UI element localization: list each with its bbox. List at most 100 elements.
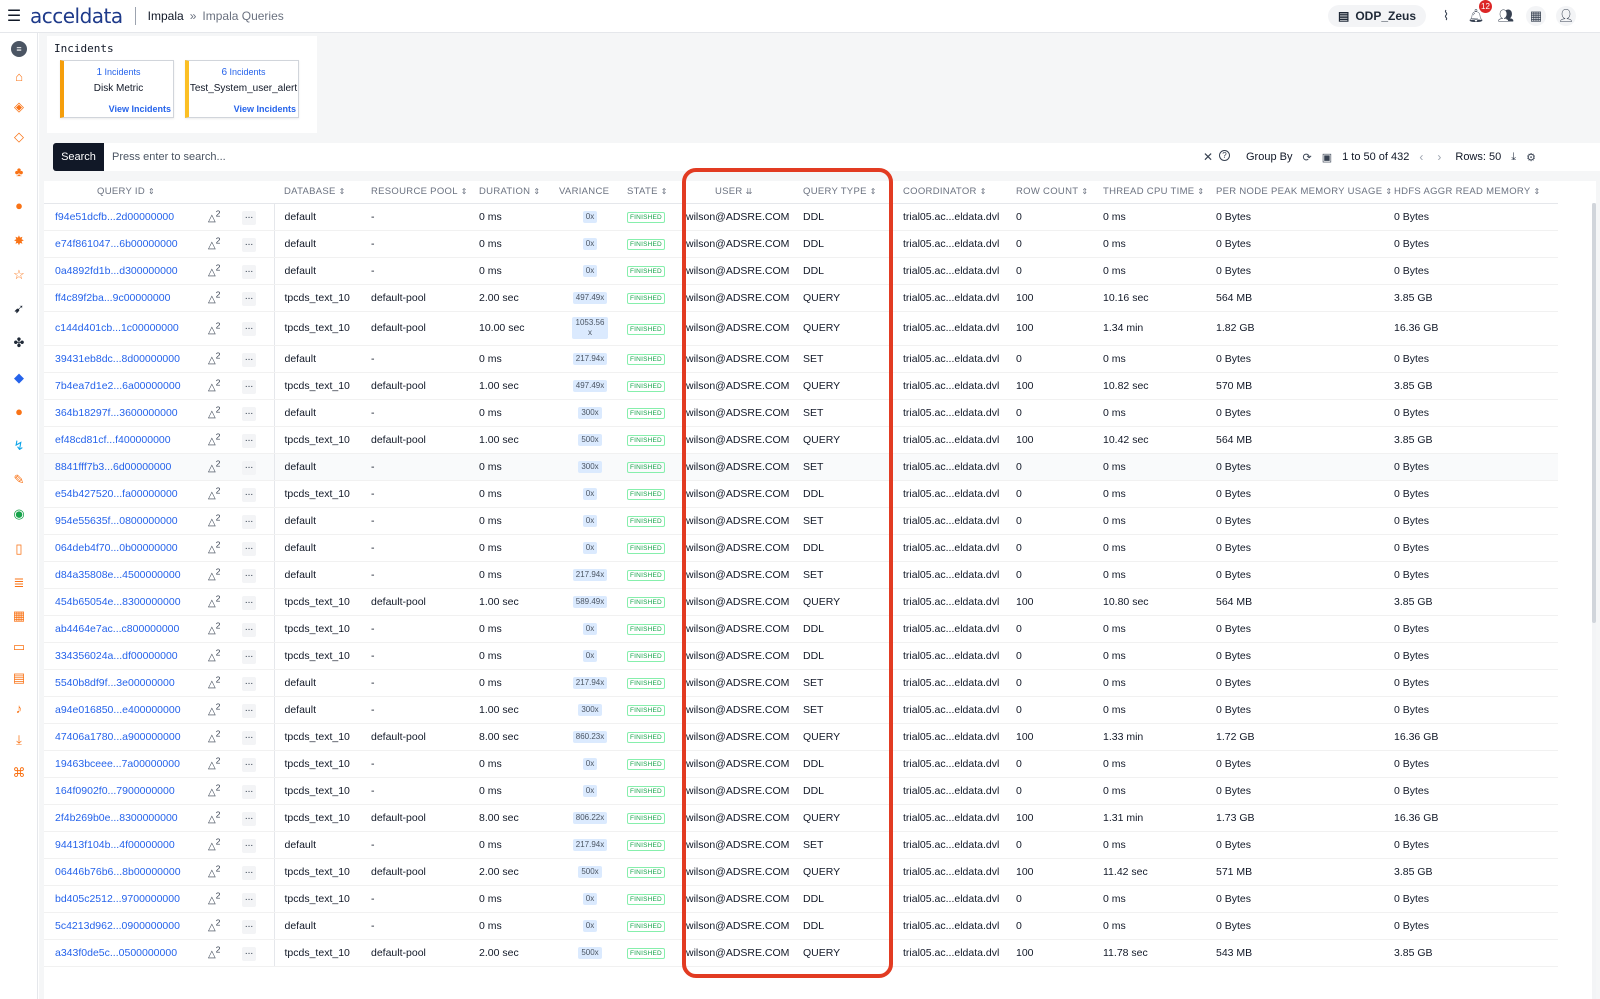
row-actions[interactable]: ... (236, 642, 275, 670)
document-icon[interactable]: ▯ (11, 541, 27, 557)
users-icon[interactable]: 👥︎ (1496, 6, 1516, 26)
table-row[interactable]: 454b65054e...8300000000 △2... tpcds_text_1… (44, 588, 1558, 616)
alert-cell[interactable]: △2 (202, 345, 236, 373)
table-row[interactable]: 8841fff7b3...6d00000000 △2... default -0 ms… (44, 453, 1558, 481)
search-button[interactable]: Search (53, 143, 104, 171)
next-page-icon[interactable]: › (1437, 150, 1441, 164)
hive-icon[interactable]: ✸ (11, 233, 27, 249)
more-actions-button[interactable]: ... (242, 568, 256, 583)
query-id-link[interactable]: 06446b76b6...8b00000000 (44, 858, 202, 886)
alert-cell[interactable]: △2 (202, 230, 236, 258)
query-id-link[interactable]: a94e016850...e400000000 (44, 696, 202, 724)
row-actions[interactable]: ... (236, 257, 275, 285)
alert-cell[interactable]: △2 (202, 588, 236, 616)
col-database[interactable]: DATABASE ⇕ (274, 181, 365, 204)
row-actions[interactable]: ... (236, 203, 275, 231)
col-row-count[interactable]: ROW COUNT ⇕ (1010, 181, 1097, 204)
alert-cell[interactable]: △2 (202, 831, 236, 859)
alert-cell[interactable]: △2 (202, 534, 236, 562)
query-id-link[interactable]: 164f0902f0...7900000000 (44, 777, 202, 805)
more-actions-button[interactable]: ... (242, 541, 256, 556)
bell-icon[interactable]: 🔔︎ 12 (1466, 0, 1492, 26)
alert-cell[interactable]: △2 (202, 311, 236, 346)
alert-cell[interactable]: △2 (202, 669, 236, 697)
col-peak-memory[interactable]: PER NODE PEAK MEMORY USAGE ⇕ (1210, 181, 1392, 204)
clear-icon[interactable]: ✕ (1203, 150, 1213, 164)
row-actions[interactable]: ... (236, 696, 275, 724)
row-actions[interactable]: ... (236, 372, 275, 400)
table-row[interactable]: e54b427520...fa00000000 △2... tpcds_text_1… (44, 480, 1558, 508)
cluster-selector[interactable]: ▤ ODP_Zeus (1327, 5, 1426, 27)
sidebar-collapse-icon[interactable]: ≡ (11, 41, 27, 57)
hbase-icon[interactable]: ◆ (11, 370, 27, 386)
more-actions-button[interactable]: ... (242, 757, 256, 772)
home-icon[interactable]: ⌂ (11, 69, 27, 85)
query-id-link[interactable]: 94413f104b...4f00000000 (44, 831, 202, 859)
alert-cell[interactable]: △2 (202, 257, 236, 285)
more-actions-button[interactable]: ... (242, 237, 256, 252)
query-id-link[interactable]: ab4464e7ac...c800000000 (44, 615, 202, 643)
more-actions-button[interactable]: ... (242, 919, 256, 934)
impala-icon[interactable]: ➹ (11, 301, 27, 317)
table-row[interactable]: 5c4213d962...0900000000 △2... default -0 ms… (44, 912, 1558, 940)
table-row[interactable]: 0a4892fd1b...d300000000 △2... default -0 ms… (44, 257, 1558, 285)
more-actions-button[interactable]: ... (242, 730, 256, 745)
col-state[interactable]: STATE ⇕ (621, 181, 673, 204)
save-icon[interactable]: ▣ (1322, 151, 1332, 164)
settings-gear-icon[interactable]: ⚙ (1526, 151, 1536, 164)
alerts-bell-icon[interactable]: ♪ (11, 701, 27, 717)
row-actions[interactable]: ... (236, 885, 275, 913)
alert-cell[interactable]: △2 (202, 885, 236, 913)
alert-cell[interactable]: △2 (202, 399, 236, 427)
activity-icon[interactable]: ⌇ (1436, 6, 1456, 26)
more-actions-button[interactable]: ... (242, 838, 256, 853)
row-actions[interactable]: ... (236, 561, 275, 589)
query-id-link[interactable]: a343f0de5c...0500000000 (44, 939, 202, 967)
table-row[interactable]: a94e016850...e400000000 △2... default -1.00… (44, 696, 1558, 724)
query-id-link[interactable]: 47406a1780...a900000000 (44, 723, 202, 751)
alert-cell[interactable]: △2 (202, 426, 236, 454)
building-icon[interactable]: ▦ (1526, 6, 1546, 26)
alert-triangle-icon[interactable]: △2 (208, 459, 220, 474)
table-row[interactable]: bd405c2512...9700000000 △2... tpcds_text_1… (44, 885, 1558, 913)
layers-icon[interactable]: ◇ (11, 129, 27, 145)
row-actions[interactable]: ... (236, 453, 275, 481)
alert-triangle-icon[interactable]: △2 (208, 702, 220, 717)
alert-triangle-icon[interactable]: △2 (208, 648, 220, 663)
alert-cell[interactable]: △2 (202, 723, 236, 751)
alert-triangle-icon[interactable]: △2 (208, 432, 220, 447)
more-actions-button[interactable]: ... (242, 622, 256, 637)
alert-cell[interactable]: △2 (202, 203, 236, 231)
col-coordinator[interactable]: COORDINATOR ⇕ (885, 181, 1010, 204)
alert-triangle-icon[interactable]: △2 (208, 486, 220, 501)
alert-triangle-icon[interactable]: △2 (208, 810, 220, 825)
reports-icon[interactable]: ▤ (11, 670, 27, 686)
table-row[interactable]: ab4464e7ac...c800000000 △2... tpcds_text_1… (44, 615, 1558, 643)
table-row[interactable]: 334356024a...df00000000 △2... tpcds_text_1… (44, 642, 1558, 670)
col-resource-pool[interactable]: RESOURCE POOL ⇕ (365, 181, 473, 204)
query-id-link[interactable]: 064deb4f70...0b00000000 (44, 534, 202, 562)
alert-triangle-icon[interactable]: △2 (208, 540, 220, 555)
row-actions[interactable]: ... (236, 750, 275, 778)
more-actions-button[interactable]: ... (242, 433, 256, 448)
alert-triangle-icon[interactable]: △2 (208, 675, 220, 690)
table-row[interactable]: a343f0de5c...0500000000 △2... tpcds_text_1… (44, 939, 1558, 967)
query-id-link[interactable]: 19463bceee...7a00000000 (44, 750, 202, 778)
row-actions[interactable]: ... (236, 426, 275, 454)
dashboard-icon[interactable]: ▦ (11, 608, 27, 624)
command-icon[interactable]: ⌘ (11, 765, 27, 781)
table-row[interactable]: 39431eb8dc...8d00000000 △2... default -0 ms… (44, 345, 1558, 373)
query-id-link[interactable]: 2f4b269b0e...8300000000 (44, 804, 202, 832)
query-id-link[interactable]: 7b4ea7d1e2...6a00000000 (44, 372, 202, 400)
download-icon[interactable]: ⤓ (11, 732, 27, 748)
alert-cell[interactable]: △2 (202, 642, 236, 670)
stack-icon[interactable]: ≣ (11, 575, 27, 591)
alert-cell[interactable]: △2 (202, 561, 236, 589)
monitor-icon[interactable]: ▭ (11, 639, 27, 655)
refresh-icon[interactable]: ⟳ (1302, 151, 1311, 164)
query-id-link[interactable]: ff4c89f2ba...9c00000000 (44, 284, 202, 312)
user-avatar-icon[interactable]: 👤︎ (1556, 6, 1576, 26)
more-actions-button[interactable]: ... (242, 892, 256, 907)
row-actions[interactable]: ... (236, 534, 275, 562)
row-actions[interactable]: ... (236, 939, 275, 967)
